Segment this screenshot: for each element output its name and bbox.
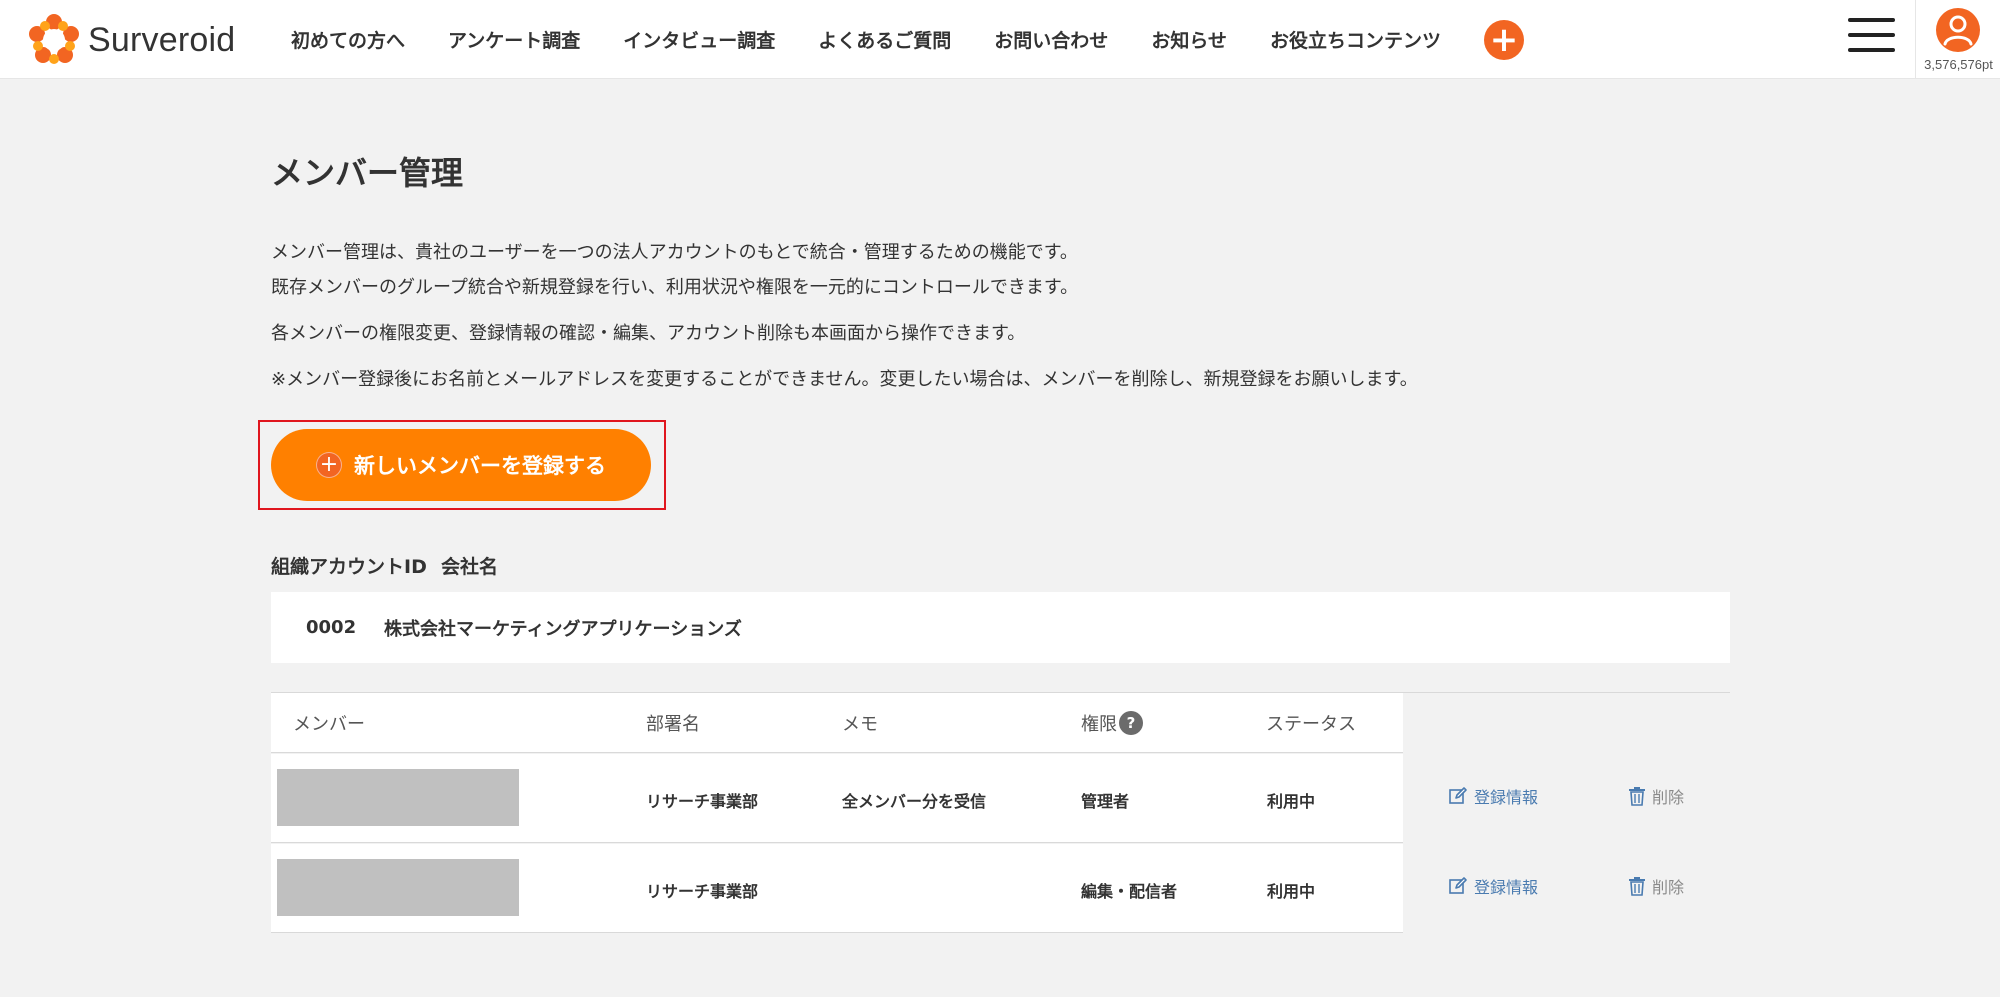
- edit-icon: [1449, 877, 1467, 894]
- user-avatar-icon: [1936, 8, 1980, 52]
- plus-icon: +: [316, 452, 342, 478]
- nav-item-survey[interactable]: アンケート調査: [448, 26, 580, 53]
- nav-plus-button[interactable]: +: [1483, 19, 1524, 60]
- column-header-role: 権限 ?: [1081, 710, 1143, 736]
- row-dept: リサーチ事業部: [646, 792, 759, 811]
- edit-icon: [1449, 787, 1467, 804]
- members-table: メンバー 部署名 メモ 権限 ? ステータス リサーチ事業部 全メンバー分を受信…: [271, 692, 1730, 933]
- table-row: リサーチ事業部 全メンバー分を受信 管理者 利用中 登録情報 削除: [271, 754, 1730, 843]
- column-header-member: メンバー: [293, 714, 365, 735]
- description-line-1: メンバー管理は、貴社のユーザーを一つの法人アカウントのもとで統合・管理するための…: [271, 242, 1078, 263]
- top-header: Surveroid 初めての方へ アンケート調査 インタビュー調査 よくあるご質…: [0, 0, 2000, 79]
- page-title: メンバー管理: [271, 154, 464, 192]
- column-header-dept: 部署名: [646, 714, 700, 735]
- main-nav: 初めての方へ アンケート調査 インタビュー調査 よくあるご質問 お問い合わせ お…: [291, 0, 1524, 79]
- table-header-actions-area: [1403, 693, 1730, 753]
- redacted-member-name: [277, 769, 519, 826]
- help-icon[interactable]: ?: [1119, 711, 1143, 735]
- row-memo: 全メンバー分を受信: [842, 792, 987, 811]
- row-status: 利用中: [1267, 792, 1316, 811]
- org-id-label: 組織アカウントID: [271, 556, 427, 578]
- org-info-box: 0002 株式会社マーケティングアプリケーションズ: [271, 592, 1730, 663]
- logo-text: Surveroid: [88, 20, 236, 59]
- nav-item-contents[interactable]: お役立ちコンテンツ: [1270, 26, 1441, 53]
- register-button-label: 新しいメンバーを登録する: [354, 454, 606, 478]
- edit-info-label: 登録情報: [1474, 878, 1539, 897]
- row-role: 管理者: [1081, 792, 1130, 811]
- nav-item-news[interactable]: お知らせ: [1151, 26, 1227, 53]
- edit-info-link[interactable]: 登録情報: [1448, 784, 1538, 808]
- row-status: 利用中: [1267, 882, 1316, 901]
- company-name-value: 株式会社マーケティングアプリケーションズ: [384, 618, 742, 640]
- row-dept: リサーチ事業部: [646, 882, 759, 901]
- column-header-status: ステータス: [1266, 714, 1356, 735]
- hamburger-menu-icon[interactable]: [1848, 18, 1895, 58]
- nav-item-beginners[interactable]: 初めての方へ: [291, 26, 405, 53]
- table-row: リサーチ事業部 編集・配信者 利用中 登録情報 削除: [271, 844, 1730, 933]
- delete-link[interactable]: 削除: [1628, 874, 1684, 898]
- org-id-value: 0002: [306, 617, 357, 638]
- edit-info-link[interactable]: 登録情報: [1448, 874, 1538, 898]
- register-new-member-button[interactable]: + 新しいメンバーを登録する: [271, 429, 651, 501]
- logo[interactable]: Surveroid: [28, 14, 235, 66]
- delete-label: 削除: [1652, 878, 1685, 897]
- edit-info-label: 登録情報: [1474, 788, 1539, 807]
- nav-item-interview[interactable]: インタビュー調査: [623, 26, 775, 53]
- delete-link[interactable]: 削除: [1628, 784, 1684, 808]
- points-balance: 3,576,576pt: [1924, 57, 1993, 72]
- column-header-role-label: 権限: [1081, 714, 1117, 735]
- row-role: 編集・配信者: [1081, 882, 1178, 901]
- nav-item-faq[interactable]: よくあるご質問: [818, 26, 951, 53]
- nav-item-contact[interactable]: お問い合わせ: [994, 26, 1108, 53]
- surveroid-logo-icon: [29, 14, 79, 64]
- delete-label: 削除: [1652, 788, 1685, 807]
- company-name-label: 会社名: [441, 556, 499, 578]
- description-line-2: 既存メンバーのグループ統合や新規登録を行い、利用状況や権限を一元的にコントロール…: [271, 277, 1079, 298]
- user-account[interactable]: 3,576,576pt: [1915, 0, 2000, 79]
- notice-text: ※メンバー登録後にお名前とメールアドレスを変更することができません。変更したい場…: [271, 369, 1418, 390]
- table-header: メンバー 部署名 メモ 権限 ? ステータス: [271, 693, 1730, 753]
- redacted-member-name: [277, 859, 519, 916]
- column-header-memo: メモ: [842, 714, 878, 735]
- trash-icon: [1629, 877, 1645, 896]
- trash-icon: [1629, 787, 1645, 806]
- description-line-3: 各メンバーの権限変更、登録情報の確認・編集、アカウント削除も本画面から操作できま…: [271, 323, 1026, 344]
